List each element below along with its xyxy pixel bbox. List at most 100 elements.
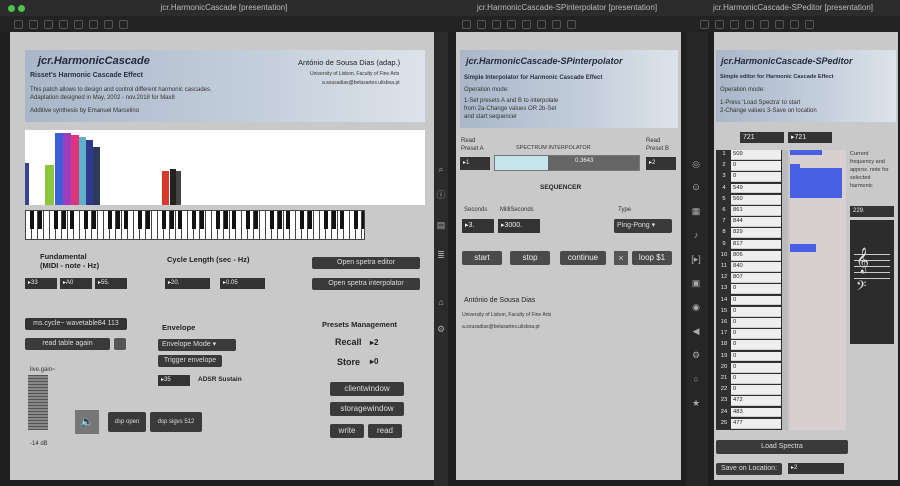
read-button[interactable]: read [368,424,402,438]
open-spectra-interpolator-button[interactable]: Open spetra interpolator [312,278,420,290]
table-icon[interactable] [760,19,769,29]
zoom-window-button[interactable] [18,5,25,12]
table-icon[interactable] [74,19,83,29]
list-item-value[interactable]: 0 [731,306,781,317]
harmonic-list[interactable]: 1 509 2 0 3 0 4 549 5 560 6 861 7 844 8 829 9 817 10 806 11 8… [716,150,786,430]
window-icon[interactable] [730,19,739,29]
list-item-value[interactable]: 0 [731,161,781,171]
read-table-button[interactable]: read table again [25,338,110,350]
list-item[interactable]: 4 549 [716,183,786,194]
gear-icon[interactable]: ⚙ [691,350,701,360]
list-item-value[interactable]: 549 [731,183,781,194]
list-item-value[interactable]: 0 [731,340,781,351]
list-item[interactable]: 25 477 [716,418,786,429]
clock-icon[interactable] [89,19,98,29]
loop-button[interactable]: loop $1 [632,251,672,265]
cycle-hz[interactable]: ▸0.05 [220,278,265,289]
list-item[interactable]: 12 807 [716,273,786,283]
interpolation-slider[interactable]: 0.3643 [494,155,640,171]
search-icon[interactable]: ⌕ [436,164,446,174]
add-icon[interactable] [790,19,799,29]
list-item-value[interactable]: 0 [731,362,781,373]
stop-button[interactable]: stop [510,251,550,265]
start-button[interactable]: start [462,251,502,265]
list-item-value[interactable]: 861 [731,206,781,216]
list-item[interactable]: 15 0 [716,306,786,317]
list-item[interactable]: 14 0 [716,295,786,306]
list-item-value[interactable]: 0 [731,284,781,295]
save-location-number[interactable]: ▸2 [788,463,844,474]
envelope-mode-menu[interactable]: Envelope Mode ▾ [158,339,236,351]
list-item[interactable]: 24 483 [716,407,786,418]
circle-icon[interactable]: ○ [691,374,701,384]
list-item[interactable]: 5 560 [716,194,786,205]
open-spectra-editor-button[interactable]: Open spetra editor [312,257,420,269]
table-icon[interactable] [522,19,531,29]
selected-value[interactable]: ▸721 [788,132,832,143]
window-icon[interactable] [492,19,501,29]
grid-icon[interactable] [745,19,754,29]
list-item[interactable]: 6 861 [716,206,786,216]
list-item-value[interactable]: 807 [731,273,781,283]
package-icon[interactable]: ⌂ [436,297,446,307]
wavetable-button[interactable]: ms.cycle~ wavetable84 113 [25,318,127,330]
list-item[interactable]: 22 0 [716,385,786,395]
arrow-icon[interactable] [805,19,814,29]
list-item[interactable]: 1 509 [716,150,786,160]
fundamental-midi[interactable]: ▸33 [25,278,57,289]
trigger-envelope-button[interactable]: Trigger envelope [158,355,222,367]
cycle-sec[interactable]: ▸20. [165,278,210,289]
list-item-value[interactable]: 472 [731,396,781,407]
lock-icon[interactable] [14,19,23,29]
grid-icon[interactable] [507,19,516,29]
window-icon[interactable] [44,19,53,29]
list-item[interactable]: 17 0 [716,329,786,339]
current-frequency-number[interactable]: 229. [850,206,894,217]
image-icon[interactable]: ▣ [691,278,701,288]
selected-index[interactable]: 721 [740,132,784,143]
star-icon[interactable]: ★ [691,398,701,408]
list-item[interactable]: 13 0 [716,284,786,295]
list-item-value[interactable]: 0 [731,295,781,306]
piano-keyboard[interactable] [25,210,365,240]
list-item[interactable]: 10 806 [716,250,786,261]
eye-icon[interactable]: ◉ [691,302,701,312]
list-item-value[interactable]: 509 [731,150,781,160]
list-item-value[interactable]: 483 [731,407,781,418]
type-menu[interactable]: Ping-Pong ▾ [614,219,672,233]
adsr-sustain-number[interactable]: ▸35 [158,375,190,386]
list-item-value[interactable]: 0 [731,172,781,183]
speaker-button[interactable]: 🔈 [75,410,99,434]
write-button[interactable]: write [330,424,364,438]
dsp-open-button[interactable]: dsp open [108,412,146,432]
grid-icon[interactable] [59,19,68,29]
list-item-value[interactable]: 844 [731,217,781,227]
list-item-value[interactable]: 0 [731,374,781,384]
seconds-number[interactable]: ▸3. [462,219,494,233]
list-item-value[interactable]: 560 [731,194,781,205]
list-item[interactable]: 19 0 [716,351,786,362]
list-item[interactable]: 23 472 [716,396,786,407]
list-item-value[interactable]: 0 [731,385,781,395]
add-icon[interactable] [552,19,561,29]
inspector-icon[interactable]: ▤ [436,220,446,230]
brackets-icon[interactable]: [▸] [691,254,701,264]
gain-slider[interactable] [28,375,48,430]
ms-number[interactable]: ▸3000. [498,219,540,233]
close-window-button[interactable] [8,5,15,12]
info-icon[interactable]: ⊙ [691,182,701,192]
info-icon[interactable]: ⓘ [436,190,446,200]
preset-b-number[interactable]: ▸2 [646,157,676,170]
list-item-value[interactable]: 829 [731,228,781,239]
loop-toggle[interactable]: × [614,251,628,265]
list-item-value[interactable]: 840 [731,262,781,272]
list-item[interactable]: 30 [716,172,786,183]
list-item[interactable]: 7 844 [716,217,786,227]
nav-icon[interactable]: ◀ [691,326,701,336]
clientwindow-button[interactable]: clientwindow [330,382,404,396]
load-spectra-button[interactable]: Load Spectra [716,440,848,454]
recall-number[interactable]: ▸2 [370,338,378,347]
spectrum-display[interactable] [25,130,425,205]
save-icon[interactable] [477,19,486,29]
arrow-icon[interactable] [567,19,576,29]
